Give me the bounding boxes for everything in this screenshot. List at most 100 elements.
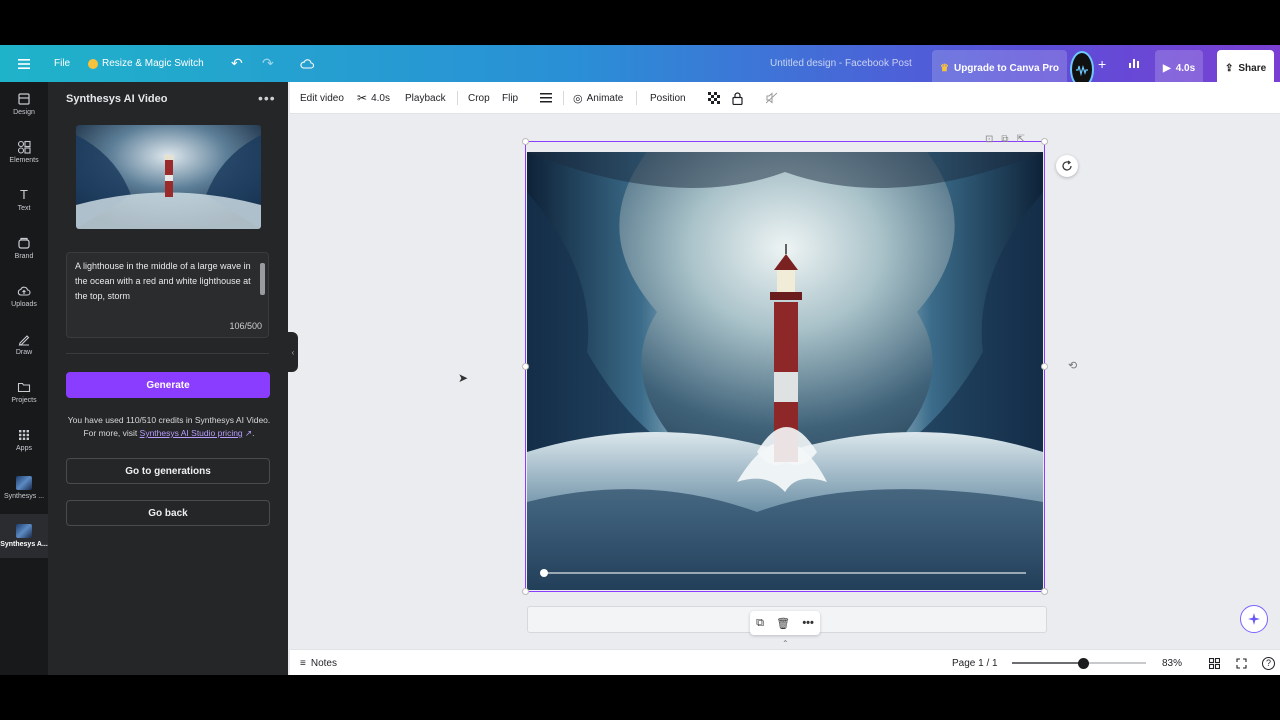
mute-audio-icon[interactable]: [766, 82, 777, 114]
trash-icon[interactable]: 🗑: [776, 617, 790, 630]
resize-magic-switch-button[interactable]: Resize & Magic Switch: [88, 45, 204, 82]
help-icon[interactable]: ?: [1262, 650, 1275, 675]
share-label: Share: [1238, 63, 1267, 74]
magic-assistant-icon[interactable]: [1240, 605, 1268, 633]
rail-item-design[interactable]: Design: [0, 82, 48, 126]
element-actions: ⊡⧉⇱: [985, 134, 1033, 145]
share-upload-icon: ⇪: [1225, 63, 1234, 74]
rail-item-brand[interactable]: Brand: [0, 226, 48, 270]
zoom-percent[interactable]: 83%: [1162, 650, 1182, 675]
rail-label: Elements: [9, 157, 39, 164]
generate-button[interactable]: Generate: [66, 372, 270, 398]
zoom-slider[interactable]: [1012, 658, 1146, 669]
resize-handle[interactable]: [1041, 138, 1048, 145]
footer-bar: ≡ Notes Page 1 / 1 83% ?: [290, 649, 1280, 675]
context-toolbar: Edit video ✂ 4.0s Playback Crop Flip ◎ A…: [290, 82, 1280, 114]
duplicate-page-icon[interactable]: ⧉: [756, 617, 764, 630]
folder-icon: [17, 382, 31, 393]
rail-item-apps[interactable]: Apps: [0, 418, 48, 462]
zoom-slider-fill: [1012, 662, 1084, 664]
grid-view-icon[interactable]: [1209, 650, 1220, 675]
insights-chart-icon[interactable]: [1128, 45, 1140, 82]
text-icon: T: [20, 187, 28, 202]
fullscreen-icon[interactable]: [1236, 650, 1247, 675]
rail-label: Uploads: [11, 301, 37, 308]
canva-editor: File Resize & Magic Switch ↶ ↷ Untitled …: [0, 45, 1280, 675]
edit-video-button[interactable]: Edit video: [300, 82, 344, 114]
grid-icon: [19, 430, 29, 440]
toolbar-divider: [636, 91, 637, 105]
app-thumb-icon: [16, 524, 32, 538]
external-link-icon[interactable]: ↗: [243, 428, 252, 438]
go-to-generations-button[interactable]: Go to generations: [66, 458, 270, 484]
resize-handle[interactable]: [1041, 588, 1048, 595]
credits-period: .: [252, 428, 255, 438]
generated-thumbnail[interactable]: [76, 125, 261, 229]
rail-item-draw[interactable]: Draw: [0, 322, 48, 366]
duplicate-icon[interactable]: ⧉: [1001, 134, 1016, 145]
rail-label: Brand: [14, 253, 34, 260]
shapes-icon: [17, 140, 31, 154]
hamburger-menu-icon[interactable]: [18, 45, 30, 82]
animate-icon: ◎: [573, 92, 583, 105]
rail-label: Text: [17, 205, 31, 212]
crown-icon: ♛: [940, 63, 949, 74]
crop-button[interactable]: Crop: [468, 82, 490, 114]
rail-item-text[interactable]: T Text: [0, 178, 48, 222]
rotate-icon[interactable]: ⟲: [1068, 359, 1077, 372]
rail-item-projects[interactable]: Projects: [0, 370, 48, 414]
more-options-icon[interactable]: •••: [258, 90, 276, 106]
lock-element-icon[interactable]: ⊡: [985, 134, 1001, 145]
rail-item-synthesys-2[interactable]: Synthesys A...: [0, 514, 48, 558]
credits-notice: You have used 110/510 credits in Synthes…: [64, 414, 274, 440]
divider: [66, 353, 269, 354]
animate-button[interactable]: ◎ Animate: [573, 82, 623, 114]
resize-handle[interactable]: [1041, 363, 1048, 370]
rail-item-uploads[interactable]: Uploads: [0, 274, 48, 318]
prompt-text[interactable]: A lighthouse in the middle of a large wa…: [75, 259, 255, 304]
toolbar-divider: [457, 91, 458, 105]
more-icon[interactable]: •••: [802, 617, 814, 629]
page-indicator[interactable]: Page 1 / 1: [952, 650, 998, 675]
rail-label: Synthesys ...: [3, 493, 45, 500]
selection-frame: [525, 141, 1045, 592]
design-title[interactable]: Untitled design - Facebook Post: [770, 45, 912, 82]
app-thumb-icon: [16, 476, 32, 490]
resize-handle[interactable]: [522, 588, 529, 595]
play-icon: ▶: [1163, 63, 1171, 74]
prompt-scrollbar[interactable]: [260, 263, 265, 295]
transparency-icon[interactable]: [708, 82, 720, 114]
mouse-cursor-icon: ➤: [458, 371, 469, 385]
playback-button[interactable]: Playback: [405, 82, 446, 114]
flip-button[interactable]: Flip: [502, 82, 518, 114]
add-collaborator-icon[interactable]: +: [1098, 45, 1106, 82]
prompt-textarea[interactable]: A lighthouse in the middle of a large wa…: [66, 252, 269, 338]
file-menu[interactable]: File: [54, 45, 70, 82]
rail-item-elements[interactable]: Elements: [0, 130, 48, 174]
top-bar: File Resize & Magic Switch ↶ ↷ Untitled …: [0, 45, 1280, 88]
go-back-button[interactable]: Go back: [66, 500, 270, 526]
rail-item-synthesys-1[interactable]: Synthesys ...: [0, 466, 48, 510]
cloud-save-icon[interactable]: [300, 45, 314, 82]
resize-label: Resize & Magic Switch: [102, 58, 204, 69]
panel-title: Synthesys AI Video: [66, 93, 168, 105]
expand-icon[interactable]: ⇱: [1017, 134, 1033, 145]
rotate-refresh-icon[interactable]: [1056, 155, 1078, 177]
rail-label: Projects: [11, 397, 37, 404]
collapse-panel-chevron-icon[interactable]: ‹: [288, 332, 298, 372]
resize-handle[interactable]: [522, 363, 529, 370]
position-button[interactable]: Position: [650, 82, 686, 114]
scissors-icon: ✂: [357, 91, 368, 105]
page-mini-toolbar: ⧉ 🗑 •••: [750, 611, 820, 635]
upload-cloud-icon: [17, 286, 31, 296]
undo-icon[interactable]: ↶: [231, 45, 243, 82]
show-pages-chevron-icon[interactable]: ⌃: [782, 639, 789, 648]
pricing-link[interactable]: Synthesys AI Studio pricing: [140, 428, 243, 438]
lock-icon[interactable]: [732, 82, 743, 114]
zoom-slider-knob[interactable]: [1078, 658, 1090, 669]
border-style-icon[interactable]: [540, 82, 552, 114]
trim-button[interactable]: ✂ 4.0s: [357, 82, 390, 114]
redo-icon[interactable]: ↷: [262, 45, 274, 82]
resize-handle[interactable]: [522, 138, 529, 145]
notes-button[interactable]: ≡ Notes: [300, 650, 337, 675]
